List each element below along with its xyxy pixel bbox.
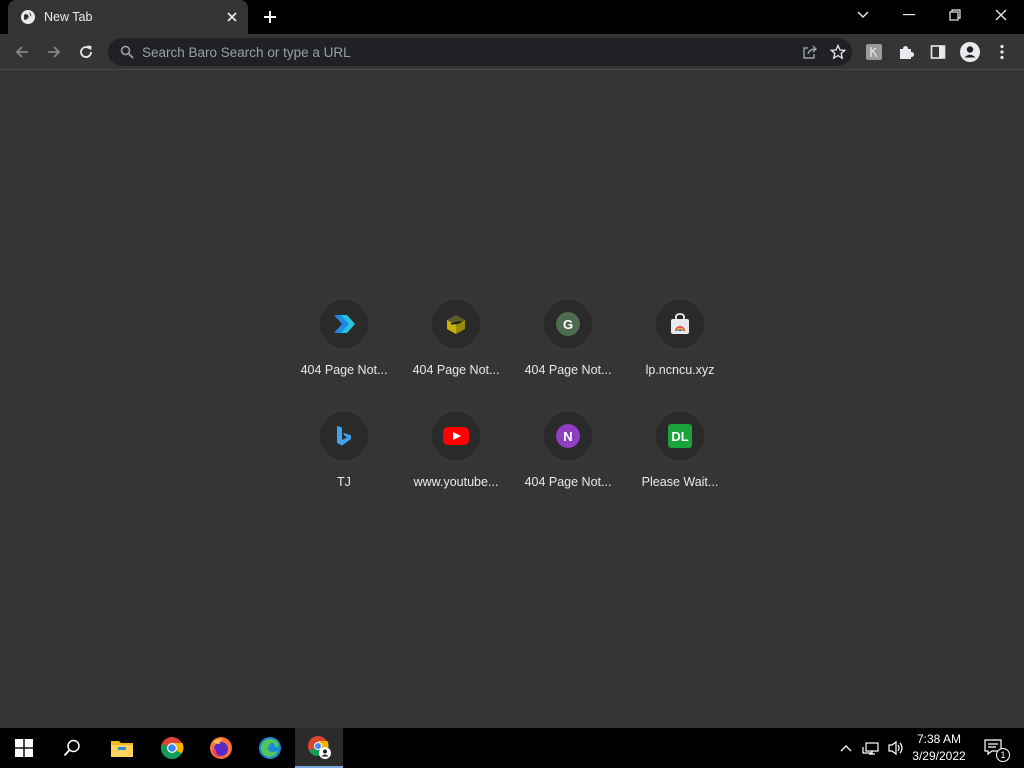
shortcut-title: TJ [337,475,351,489]
letter-n-icon: N [556,424,580,448]
bookmark-star-icon[interactable] [824,38,852,66]
folder-icon [111,741,133,757]
close-window-button[interactable] [981,0,1021,30]
address-input[interactable] [142,44,796,60]
chrome-icon [160,737,184,759]
menu-button[interactable] [988,38,1016,66]
search-icon [120,45,134,59]
shortcut-icon-circle [432,412,480,460]
shortcut-tile[interactable]: DL Please Wait... [624,404,736,516]
search-icon [63,739,80,757]
shortcut-tile[interactable]: 404 Page Not... [288,292,400,404]
windows-logo-icon [15,739,33,757]
youtube-icon [443,427,469,445]
shortcut-title: 404 Page Not... [524,363,612,377]
chevron-arrow-icon [334,315,355,333]
shortcut-icon-circle [320,412,368,460]
shortcut-grid: 404 Page Not... 404 Page Not... G 404 Pa… [288,292,736,516]
shortcut-icon-circle [656,300,704,348]
forward-button[interactable] [40,38,68,66]
shortcut-icon-circle: G [544,300,592,348]
firefox-taskbar-button[interactable] [197,728,245,768]
shortcut-icon-circle: N [544,412,592,460]
reload-icon [80,45,92,58]
network-icon [862,742,879,755]
shortcut-icon-circle [320,300,368,348]
minimize-button[interactable] [889,0,929,30]
restore-icon [949,9,961,21]
close-icon [995,9,1007,21]
notification-count-badge: 1 [996,748,1010,762]
shortcut-tile[interactable]: G 404 Page Not... [512,292,624,404]
shortcut-title: lp.ncncu.xyz [645,363,715,377]
globe-icon [20,9,36,25]
edge-icon [259,737,281,759]
shortcut-title: Please Wait... [641,475,719,489]
tab-new-tab[interactable]: New Tab [8,0,248,34]
tab-title: New Tab [44,10,93,24]
shortcut-tile[interactable]: N 404 Page Not... [512,404,624,516]
clock-date: 3/29/2022 [912,749,966,763]
letter-g-icon: G [556,312,580,336]
taskbar-search-button[interactable] [48,728,96,768]
title-bar: New Tab [0,0,1024,34]
action-center-button[interactable]: 1 [978,728,1010,768]
shortcut-title: 404 Page Not... [300,363,388,377]
back-button[interactable] [8,38,36,66]
new-tab-button[interactable] [258,5,282,29]
show-hidden-icons-button[interactable] [836,728,856,768]
dl-icon: DL [668,424,692,448]
shortcut-tile[interactable]: lp.ncncu.xyz [624,292,736,404]
network-button[interactable] [858,728,884,768]
firefox-icon [210,737,232,759]
chrome-taskbar-button[interactable] [148,728,196,768]
edge-taskbar-button[interactable] [246,728,294,768]
browser-toolbar [0,34,1024,70]
minimize-icon [903,14,915,16]
close-tab-icon[interactable] [222,7,242,27]
restore-button[interactable] [935,0,975,30]
reload-button[interactable] [72,38,100,66]
chevron-down-icon [857,11,869,18]
shortcut-title: 404 Page Not... [412,363,500,377]
shopping-bag-icon [671,313,689,334]
start-button[interactable] [0,728,48,768]
share-icon[interactable] [796,38,824,66]
shortcut-title: www.youtube... [413,475,499,489]
back-arrow-icon [15,46,28,58]
shortcut-icon-circle: DL [656,412,704,460]
shortcut-tile[interactable]: www.youtube... [400,404,512,516]
chrome-profile-taskbar-button[interactable] [295,728,343,768]
clock[interactable]: 7:38 AM 3/29/2022 [904,731,974,765]
chrome-profile-icon [308,736,331,759]
extension-icon[interactable] [860,38,888,66]
shortcut-tile[interactable]: 404 Page Not... [400,292,512,404]
bing-icon [337,426,351,446]
clock-time: 7:38 AM [916,732,962,746]
windows-taskbar: 7:38 AM 3/29/2022 1 [0,728,1024,768]
profile-icon [960,42,980,62]
omnibox[interactable] [108,38,852,66]
shortcut-tile[interactable]: TJ [288,404,400,516]
chevron-up-icon [840,745,852,752]
shortcut-icon-circle [432,300,480,348]
speaker-icon [888,740,903,756]
extensions-puzzle-icon[interactable] [892,38,920,66]
shortcut-title: 404 Page Not... [524,475,612,489]
side-panel-icon[interactable] [924,38,952,66]
profile-avatar[interactable] [956,38,984,66]
forward-arrow-icon [48,46,61,58]
cube-icon [447,315,465,334]
plus-icon [264,11,276,23]
tab-search-button[interactable] [843,0,883,30]
file-explorer-button[interactable] [98,728,146,768]
more-vertical-icon [1000,44,1004,60]
